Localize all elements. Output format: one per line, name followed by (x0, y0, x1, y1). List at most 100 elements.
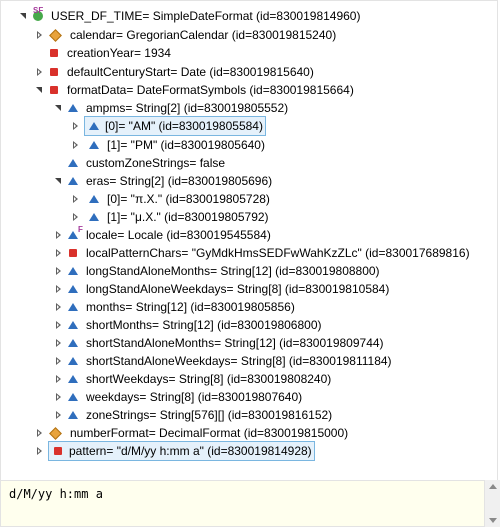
array-element-icon (89, 141, 99, 149)
tree-row-label: numberFormat= DecimalFormat (id=83001981… (70, 426, 349, 440)
variables-tree[interactable]: SF USER_DF_TIME= SimpleDateFormat (id=83… (0, 0, 498, 480)
field-icon (68, 411, 78, 419)
expand-arrow-icon[interactable] (54, 99, 64, 117)
detail-vertical-scrollbar[interactable] (484, 480, 500, 527)
tree-row-label: longStandAloneMonths= String[12] (id=830… (86, 264, 380, 278)
tree-row-label-selected: pattern= "d/M/yy h:mm a" (id=83001981492… (48, 441, 315, 461)
collapse-arrow-icon[interactable] (54, 388, 64, 406)
tree-row-label-selected: [0]= "AM" (id=830019805584) (84, 116, 266, 136)
tree-row-label: formatData= DateFormatSymbols (id=830019… (67, 83, 354, 97)
tree-row-shortweekdays[interactable]: shortWeekdays= String[8] (id=83001980824… (54, 370, 333, 388)
detail-pane[interactable]: d/M/yy h:mm a (0, 480, 498, 527)
tree-row-weekdays[interactable]: weekdays= String[8] (id=830019807640) (54, 388, 304, 406)
no-arrow-spacer (35, 44, 45, 62)
private-field-icon (50, 49, 58, 57)
field-icon (68, 104, 78, 112)
tree-row-label: ampms= String[2] (id=830019805552) (86, 101, 289, 115)
tree-row-label: shortStandAloneMonths= String[12] (id=83… (86, 336, 384, 350)
protected-field-icon (49, 28, 62, 42)
expand-arrow-icon[interactable] (54, 172, 64, 190)
tree-row-zonestrings[interactable]: zoneStrings= String[576][] (id=830019816… (54, 406, 334, 424)
field-icon (68, 285, 78, 293)
collapse-arrow-icon[interactable] (35, 63, 45, 81)
tree-row-defaultcenturystart[interactable]: defaultCenturyStart= Date (id=8300198156… (35, 63, 316, 81)
tree-row-label: [0]= "π.Χ." (id=830019805728) (107, 192, 270, 206)
tree-row-label: eras= String[2] (id=830019805696) (86, 174, 273, 188)
tree-row-label: calendar= GregorianCalendar (id=83001981… (70, 28, 337, 42)
collapse-arrow-icon[interactable] (71, 136, 81, 154)
collapse-arrow-icon[interactable] (54, 316, 64, 334)
collapse-arrow-icon[interactable] (35, 442, 45, 460)
tree-row-shortstandaloneweekdays[interactable]: shortStandAloneWeekdays= String[8] (id=8… (54, 352, 394, 370)
collapse-arrow-icon[interactable] (35, 424, 45, 442)
tree-row-eras-0[interactable]: [0]= "π.Χ." (id=830019805728) (71, 190, 272, 208)
tree-row-label: [1]= "PM" (id=830019805640) (107, 138, 265, 152)
tree-row-calendar[interactable]: calendar= GregorianCalendar (id=83001981… (35, 26, 338, 44)
field-icon (68, 393, 78, 401)
tree-row-eras-1[interactable]: [1]= "μ.Χ." (id=830019805792) (71, 208, 271, 226)
tree-row-locale[interactable]: F locale= Locale (id=830019545584) (54, 226, 273, 244)
field-icon (68, 339, 78, 347)
tree-row-eras[interactable]: eras= String[2] (id=830019805696) (54, 172, 274, 190)
field-icon (68, 321, 78, 329)
tree-row-label: creationYear= 1934 (67, 46, 171, 60)
protected-field-icon (49, 426, 62, 440)
collapse-arrow-icon[interactable] (54, 244, 64, 262)
collapse-arrow-icon[interactable] (54, 334, 64, 352)
array-element-icon (89, 195, 99, 203)
scroll-down-icon[interactable] (489, 518, 497, 523)
field-icon (68, 357, 78, 365)
tree-row-label: USER_DF_TIME= SimpleDateFormat (id=83001… (51, 9, 361, 23)
collapse-arrow-icon[interactable] (71, 117, 81, 135)
tree-row-label: customZoneStrings= false (86, 156, 226, 170)
tree-row-shortmonths[interactable]: shortMonths= String[12] (id=830019806800… (54, 316, 324, 334)
tree-row-text: pattern= "d/M/yy h:mm a" (id=83001981492… (69, 444, 312, 458)
scroll-up-icon[interactable] (489, 484, 497, 489)
tree-row-ampms[interactable]: ampms= String[2] (id=830019805552) (54, 99, 290, 117)
tree-row-shortstandalonemonths[interactable]: shortStandAloneMonths= String[12] (id=83… (54, 334, 386, 352)
no-arrow-spacer (54, 154, 64, 172)
tree-row-ampms-1[interactable]: [1]= "PM" (id=830019805640) (71, 136, 267, 154)
final-badge: F (78, 225, 83, 234)
tree-row-customzonestrings[interactable]: customZoneStrings= false (54, 154, 227, 172)
tree-row-label: [1]= "μ.Χ." (id=830019805792) (107, 210, 269, 224)
tree-row-label: defaultCenturyStart= Date (id=8300198156… (67, 65, 314, 79)
expand-arrow-icon[interactable] (19, 7, 29, 25)
collapse-arrow-icon[interactable] (54, 352, 64, 370)
tree-row-label: shortStandAloneWeekdays= String[8] (id=8… (86, 354, 392, 368)
tree-row-longstandaloneweekdays[interactable]: longStandAloneWeekdays= String[8] (id=83… (54, 280, 391, 298)
tree-row-months[interactable]: months= String[12] (id=830019805856) (54, 298, 297, 316)
collapse-arrow-icon[interactable] (54, 280, 64, 298)
field-icon (68, 177, 78, 185)
collapse-arrow-icon[interactable] (54, 370, 64, 388)
tree-row-label: shortMonths= String[12] (id=830019806800… (86, 318, 322, 332)
tree-row-localpatternchars[interactable]: localPatternChars= "GyMdkHmsSEDFwWahKzZL… (54, 244, 472, 262)
tree-row-numberformat[interactable]: numberFormat= DecimalFormat (id=83001981… (35, 424, 350, 442)
tree-row-formatdata[interactable]: formatData= DateFormatSymbols (id=830019… (35, 81, 356, 99)
collapse-arrow-icon[interactable] (71, 208, 81, 226)
collapse-arrow-icon[interactable] (54, 262, 64, 280)
tree-row-ampms-0[interactable]: [0]= "AM" (id=830019805584) (71, 116, 266, 136)
collapse-arrow-icon[interactable] (54, 298, 64, 316)
field-icon (68, 159, 78, 167)
collapse-arrow-icon[interactable] (54, 226, 64, 244)
tree-row-label: weekdays= String[8] (id=830019807640) (86, 390, 303, 404)
private-field-icon (50, 86, 58, 94)
collapse-arrow-icon[interactable] (35, 26, 45, 44)
collapse-arrow-icon[interactable] (54, 406, 64, 424)
field-icon (68, 303, 78, 311)
tree-row-root[interactable]: SF USER_DF_TIME= SimpleDateFormat (id=83… (19, 7, 362, 25)
private-field-icon (54, 447, 62, 455)
private-field-icon (50, 68, 58, 76)
tree-row-label: months= String[12] (id=830019805856) (86, 300, 295, 314)
array-element-icon (89, 213, 99, 221)
static-final-badge: SF (33, 6, 44, 15)
expand-arrow-icon[interactable] (35, 81, 45, 99)
tree-row-creationyear[interactable]: creationYear= 1934 (35, 44, 173, 62)
tree-row-label: zoneStrings= String[576][] (id=830019816… (86, 408, 333, 422)
tree-row-longstandalonemonths[interactable]: longStandAloneMonths= String[12] (id=830… (54, 262, 382, 280)
tree-row-pattern[interactable]: pattern= "d/M/yy h:mm a" (id=83001981492… (35, 441, 315, 461)
detail-value: d/M/yy h:mm a (9, 487, 103, 501)
collapse-arrow-icon[interactable] (71, 190, 81, 208)
tree-row-label: shortWeekdays= String[8] (id=83001980824… (86, 372, 332, 386)
